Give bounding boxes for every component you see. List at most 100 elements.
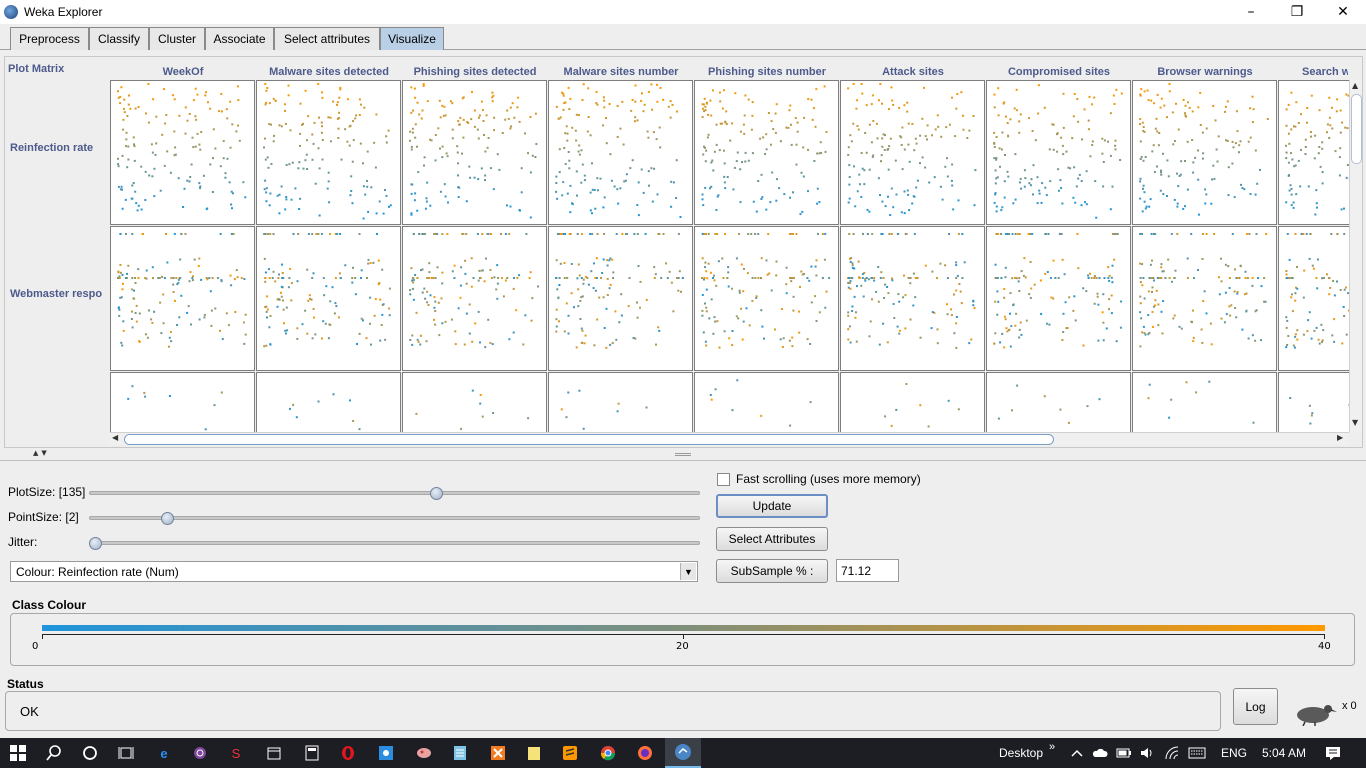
double-chevron-icon[interactable]: » [1049,741,1055,753]
log-button[interactable]: Log [1233,688,1278,725]
pointsize-slider-track[interactable] [89,516,700,520]
tab-classify[interactable]: Classify [89,27,149,50]
search-icon[interactable] [45,744,63,762]
horizontal-scrollbar[interactable]: ◀ ▶ [110,432,1349,445]
opera-icon[interactable] [339,744,357,762]
scatter-cell[interactable] [548,372,693,432]
taskbar-desktop-label[interactable]: Desktop [999,746,1043,760]
firefox-icon[interactable] [636,744,654,762]
edge-browser-icon[interactable]: e [155,744,173,762]
collapse-arrows-icon[interactable]: ▲▼ [33,449,50,457]
scatter-cell[interactable] [840,226,985,371]
calendar-icon[interactable] [265,744,283,762]
paint-icon[interactable] [415,744,433,762]
wifi-icon[interactable] [1163,744,1181,762]
notepad-icon[interactable] [451,744,469,762]
tor-browser-icon[interactable] [191,744,209,762]
onedrive-cloud-icon[interactable] [1091,744,1109,762]
settings-app-icon[interactable] [377,744,395,762]
scatter-cell[interactable] [402,80,547,225]
scatter-plot-grid[interactable] [110,80,1349,432]
scatter-point [770,143,772,146]
plotsize-slider-knob[interactable] [429,487,443,500]
tab-preprocess[interactable]: Preprocess [10,27,89,50]
scatter-cell[interactable] [110,226,255,371]
battery-icon[interactable] [1115,744,1133,762]
action-center-icon[interactable] [1324,744,1342,762]
scroll-left-icon[interactable]: ◀ [112,433,118,442]
scatter-cell[interactable] [986,226,1131,371]
calculator-icon[interactable] [303,744,321,762]
scatter-point [704,340,707,343]
scatter-cell[interactable] [1132,372,1277,432]
tab-cluster[interactable]: Cluster [149,27,205,50]
vertical-scroll-thumb[interactable] [1351,94,1362,164]
scatter-cell[interactable] [986,80,1131,225]
task-view-icon[interactable] [117,744,135,762]
scatter-cell[interactable] [1278,372,1349,432]
sublime-text-icon[interactable] [561,744,579,762]
subsample-input[interactable]: 71.12 [836,559,899,582]
divider-grip-icon[interactable] [675,453,691,456]
jitter-slider-knob[interactable] [89,537,102,550]
subsample-button[interactable]: SubSample % : [716,559,828,583]
plotsize-slider-track[interactable] [89,491,700,495]
app-s-icon[interactable]: S [227,744,245,762]
scatter-cell[interactable] [1132,226,1277,371]
fast-scrolling-label[interactable]: Fast scrolling (uses more memory) [736,472,921,486]
clock[interactable]: 5:04 AM [1262,746,1306,760]
scatter-cell[interactable] [986,372,1131,432]
jitter-slider-track[interactable] [89,541,700,545]
chevron-down-icon[interactable]: ▼ [680,563,696,580]
scatter-point [757,233,760,235]
scroll-right-icon[interactable]: ▶ [1337,433,1343,442]
language-indicator[interactable]: ENG [1221,746,1247,760]
update-button[interactable]: Update [716,494,828,518]
vertical-scrollbar[interactable]: ▲ ▼ [1349,80,1362,432]
scatter-cell[interactable] [840,372,985,432]
scroll-up-icon[interactable]: ▲ [1352,81,1358,90]
windows-start-icon[interactable] [9,744,27,762]
select-attributes-button[interactable]: Select Attributes [716,527,828,551]
tab-associate[interactable]: Associate [205,27,274,50]
scatter-cell[interactable] [1132,80,1277,225]
weka-taskbar-app[interactable] [665,738,701,768]
scatter-point [616,105,619,107]
scatter-point [379,298,382,301]
scatter-cell[interactable] [694,372,839,432]
scatter-cell[interactable] [548,226,693,371]
colour-select[interactable]: Colour: Reinfection rate (Num) ▼ [10,561,698,582]
xampp-icon[interactable] [489,744,507,762]
keyboard-icon[interactable] [1188,744,1206,762]
maximize-button[interactable]: ❐ [1274,0,1320,24]
tab-visualize[interactable]: Visualize [380,27,444,50]
sticky-notes-icon[interactable] [525,744,543,762]
pointsize-slider-knob[interactable] [160,512,174,525]
chrome-icon[interactable] [599,744,617,762]
scatter-cell[interactable] [402,372,547,432]
scatter-cell[interactable] [840,80,985,225]
scatter-cell[interactable] [694,226,839,371]
horizontal-scroll-thumb[interactable] [124,434,1054,445]
fast-scrolling-checkbox[interactable] [717,473,730,486]
volume-icon[interactable] [1138,744,1156,762]
scatter-cell[interactable] [110,372,255,432]
close-button[interactable]: ✕ [1320,0,1366,24]
scatter-cell[interactable] [256,372,401,432]
scatter-cell[interactable] [1278,80,1349,225]
scatter-point [328,201,331,204]
minimize-button[interactable]: – [1228,0,1274,24]
scatter-point [203,313,206,316]
scatter-cell[interactable] [548,80,693,225]
scatter-cell[interactable] [256,80,401,225]
tab-select-attributes[interactable]: Select attributes [274,27,380,50]
scatter-cell[interactable] [1278,226,1349,371]
scatter-cell[interactable] [110,80,255,225]
scatter-cell[interactable] [694,80,839,225]
scroll-down-icon[interactable]: ▼ [1352,418,1358,427]
show-hidden-icons-chevron-icon[interactable] [1068,744,1086,762]
scatter-cell[interactable] [256,226,401,371]
split-pane-divider[interactable]: ▲▼ [0,449,1366,461]
scatter-cell[interactable] [402,226,547,371]
cortana-icon[interactable] [81,744,99,762]
